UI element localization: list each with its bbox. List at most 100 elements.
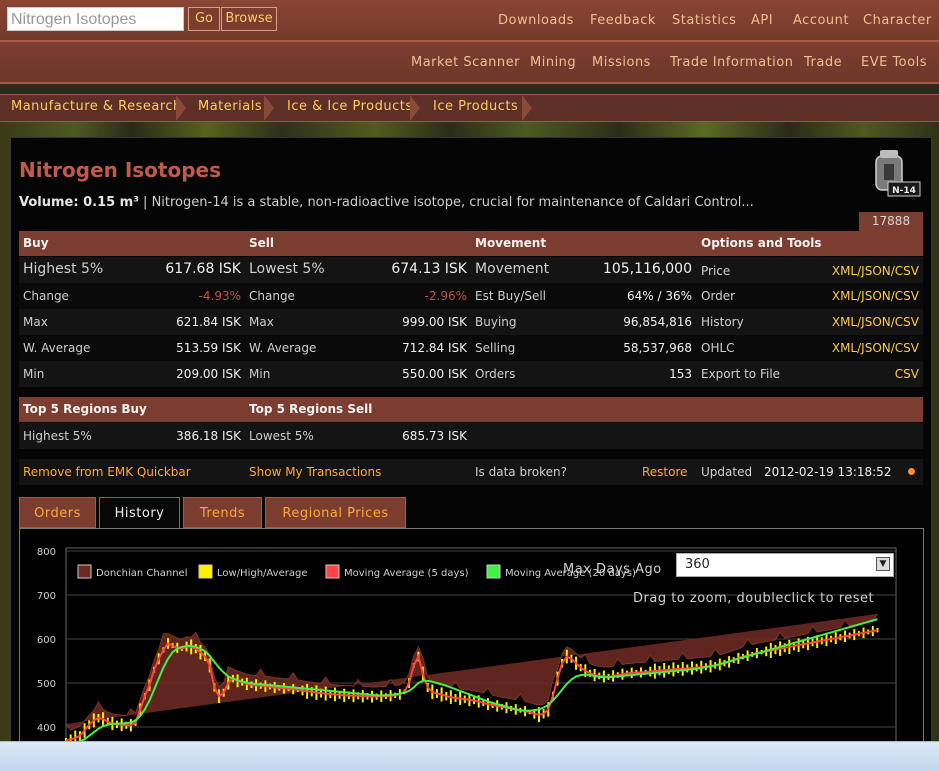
max-days-label: Max Days Ago — [563, 562, 662, 577]
chevron-down-icon: ▼ — [876, 557, 890, 571]
stat-label: Min — [23, 367, 45, 381]
table-row: Highest 5% 617.68 ISK Lowest 5% 674.13 I… — [19, 257, 923, 283]
nav-api[interactable]: API — [751, 13, 773, 28]
breadcrumb-separator-icon — [522, 95, 532, 121]
stat-value: 999.00 ISK — [402, 315, 467, 329]
nav-character[interactable]: Character — [863, 13, 932, 28]
tab-orders[interactable]: Orders — [19, 497, 96, 528]
csv-export-link[interactable]: CSV — [799, 367, 919, 381]
y-axis-ticks: 800 700 600 500 400 — [37, 547, 56, 734]
nav-trade-information[interactable]: Trade Information — [670, 55, 793, 70]
tab-history[interactable]: History — [99, 497, 180, 529]
stat-label: Change — [23, 289, 69, 303]
breadcrumb-ice[interactable]: Ice & Ice Products — [287, 99, 413, 114]
stat-value: 58,537,968 — [623, 341, 692, 355]
legend-swatch — [77, 564, 92, 579]
max-days-value: 360 — [685, 557, 710, 572]
page-title: Nitrogen Isotopes — [19, 158, 222, 182]
stat-label: W. Average — [23, 341, 91, 355]
regions-sell-header: Top 5 Regions Sell — [249, 402, 373, 416]
stat-label: Export to File — [701, 367, 781, 381]
nav-eve-tools[interactable]: EVE Tools — [861, 55, 927, 70]
breadcrumb-separator-icon — [410, 95, 420, 121]
updated-label: Updated — [701, 465, 753, 479]
stat-label: OHLC — [701, 341, 735, 355]
show-transactions-link[interactable]: Show My Transactions — [249, 465, 381, 479]
legend-swatch — [486, 564, 501, 579]
ohlc-export-link[interactable]: XML/JSON/CSV — [799, 341, 919, 355]
nav-feedback[interactable]: Feedback — [590, 13, 656, 28]
top-nav-bar: Nitrogen Isotopes Go Browse Downloads Fe… — [0, 0, 939, 42]
breadcrumb-separator-icon — [264, 95, 274, 121]
nav-trade[interactable]: Trade — [804, 55, 842, 70]
history-export-link[interactable]: XML/JSON/CSV — [799, 315, 919, 329]
nav-downloads[interactable]: Downloads — [498, 13, 574, 28]
status-dot-icon — [908, 468, 915, 475]
chart-legend: Donchian Channel Low/High/Average Moving A… — [77, 564, 636, 579]
stat-value: 617.68 ISK — [165, 261, 241, 277]
breadcrumb-manufacture[interactable]: Manufacture & Research — [11, 99, 182, 114]
legend-label: Low/High/Average — [217, 568, 307, 579]
stat-label: Highest 5% — [23, 261, 104, 277]
breadcrumb-ice-products[interactable]: Ice Products — [433, 99, 518, 114]
item-description-text: | Nitrogen-14 is a stable, non-radioacti… — [138, 195, 754, 210]
movement-header: Movement — [475, 236, 547, 250]
nav-mining[interactable]: Mining — [530, 55, 576, 70]
max-days-select[interactable]: 360 ▼ — [676, 553, 894, 577]
updated-timestamp: 2012-02-19 13:18:52 — [764, 465, 892, 479]
stat-value: 621.84 ISK — [176, 315, 241, 329]
stat-label: Price — [701, 264, 731, 278]
search-input[interactable]: Nitrogen Isotopes — [7, 7, 184, 31]
legend-swatch — [198, 564, 213, 579]
stat-label: Max — [23, 315, 48, 329]
stats-header: Buy Sell Movement Options and Tools — [19, 231, 923, 256]
legend-label: Donchian Channel — [96, 568, 187, 579]
stat-label: W. Average — [249, 341, 317, 355]
item-volume: Volume: 0.15 m³ — [19, 195, 139, 210]
breadcrumb-materials[interactable]: Materials — [198, 99, 262, 114]
table-row: Change -4.93% Change -2.96% Est Buy/Sell… — [19, 283, 923, 309]
remove-quickbar-link[interactable]: Remove from EMK Quickbar — [23, 465, 191, 479]
stat-value: 513.59 ISK — [176, 341, 241, 355]
y-tick-label: 800 — [37, 547, 56, 558]
restore-link[interactable]: Restore — [642, 465, 688, 479]
table-row: Max 621.84 ISK Max 999.00 ISK Buying 96,… — [19, 309, 923, 335]
table-row: Min 209.00 ISK Min 550.00 ISK Orders 153… — [19, 361, 923, 387]
isotope-icon: N-14 — [866, 148, 922, 204]
item-description: Volume: 0.15 m³ | Nitrogen-14 is a stabl… — [19, 195, 754, 210]
nav-market-scanner[interactable]: Market Scanner — [411, 55, 520, 70]
stat-value: 153 — [669, 367, 692, 381]
go-button[interactable]: Go — [188, 7, 220, 31]
tab-trends[interactable]: Trends — [183, 497, 262, 528]
options-header: Options and Tools — [701, 236, 822, 250]
legend-swatch — [325, 564, 340, 579]
nav-missions[interactable]: Missions — [592, 55, 651, 70]
stat-label: History — [701, 315, 744, 329]
stat-label: Lowest 5% — [249, 261, 325, 277]
y-tick-label: 500 — [37, 679, 56, 690]
stat-label: Selling — [475, 341, 516, 355]
tab-regional-prices[interactable]: Regional Prices — [265, 497, 406, 528]
stat-value: 105,116,000 — [602, 261, 692, 277]
stat-label: Max — [249, 315, 274, 329]
y-tick-label: 700 — [37, 591, 56, 602]
actions-row: Remove from EMK Quickbar Show My Transac… — [19, 459, 923, 485]
stat-label: Buying — [475, 315, 517, 329]
zoom-hint: Drag to zoom, doubleclick to reset — [633, 591, 875, 606]
price-export-link[interactable]: XML/JSON/CSV — [799, 264, 919, 278]
stat-value: -2.96% — [424, 289, 467, 303]
order-export-link[interactable]: XML/JSON/CSV — [799, 289, 919, 303]
nav-statistics[interactable]: Statistics — [672, 13, 736, 28]
browse-button[interactable]: Browse — [221, 7, 277, 31]
table-row: W. Average 513.59 ISK W. Average 712.84 … — [19, 335, 923, 361]
stat-value: 209.00 ISK — [176, 367, 241, 381]
type-id-badge: 17888 — [859, 212, 923, 231]
stat-value: 96,854,816 — [623, 315, 692, 329]
stat-label: Change — [249, 289, 295, 303]
table-row: Highest 5% 386.18 ISK Lowest 5% 685.73 I… — [19, 423, 923, 449]
nav-account[interactable]: Account — [793, 13, 849, 28]
breadcrumb-separator-icon — [176, 95, 186, 121]
stat-value: 712.84 ISK — [402, 341, 467, 355]
stat-label: Movement — [475, 261, 550, 277]
y-tick-label: 400 — [37, 723, 56, 734]
